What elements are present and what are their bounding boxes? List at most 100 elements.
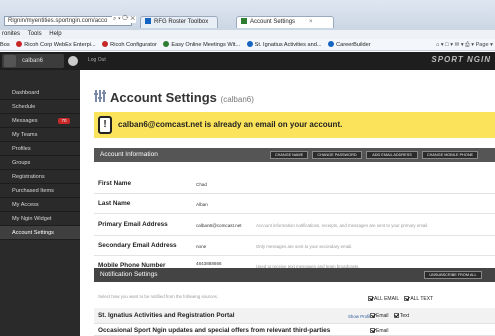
favorite-item[interactable]: Ricoh Corp WebEx Enterpi... (16, 39, 96, 50)
page-subtitle: (calban6) (220, 95, 254, 104)
favorite-item[interactable]: Bos (0, 39, 10, 50)
notification-settings-header: Notification Settings UNSUBSCRIBE FROM A… (94, 268, 495, 282)
favorite-label: St. Ignatius Activities and... (254, 42, 322, 48)
favorite-item[interactable]: St. Ignatius Activities and... (246, 39, 322, 50)
sidebar-item-label: Profiles (12, 146, 31, 152)
sidebar-item-label: My Ngin Widget (12, 216, 52, 222)
change-mobile-phone-button[interactable]: CHANGE MOBILE PHONE (422, 151, 478, 159)
add-email-button[interactable]: ADD EMAIL ADDRESS (366, 151, 418, 159)
sidebar-item-account-settings[interactable]: Account Settings (0, 226, 80, 240)
brand-logo: SPORT NGIN (431, 55, 491, 64)
tab-label: RFG Roster Toolbox (154, 19, 209, 25)
avatar (4, 55, 16, 67)
notification-source-label: St. Ignatius Activities and Registration… (98, 312, 235, 319)
unsubscribe-all-button[interactable]: UNSUBSCRIBE FROM ALL (424, 271, 482, 279)
list-item: Occasional Sport Ngin updates and specia… (94, 325, 495, 336)
email-checkbox[interactable] (370, 313, 375, 318)
page-title: Account Settings (calban6) (110, 90, 254, 105)
field-label: Primary Email Address (98, 221, 168, 228)
sidebar-item-dashboard[interactable]: Dashboard (0, 86, 80, 100)
username: calban6 (22, 58, 44, 64)
unread-badge: 70 (58, 118, 70, 124)
warning-icon: ! (98, 116, 112, 134)
email-option-label: Email (376, 313, 389, 319)
field-value: 4843888666 (196, 261, 222, 266)
sidebar-item-label: Purchased Items (12, 188, 54, 194)
sidebar-item-registrations[interactable]: Registrations (0, 170, 80, 184)
sidebar-item-label: Account Settings (12, 230, 54, 236)
change-password-button[interactable]: CHANGE PASSWORD (312, 151, 362, 159)
table-row: Secondary Email Address none Only messag… (94, 236, 495, 256)
sidebar-item-groups[interactable]: Groups (0, 156, 80, 170)
favorite-icon (246, 41, 253, 47)
favorite-label: Ricoh Configurator (110, 42, 157, 48)
text-checkbox[interactable] (393, 313, 399, 318)
text-option-label: Text (399, 313, 410, 319)
sidebar-item-profiles[interactable]: Profiles (0, 142, 80, 156)
sidebar-item-my-access[interactable]: My Access (0, 198, 80, 212)
logout-link[interactable]: Log Out (88, 57, 106, 63)
sidebar-item-label: Dashboard (12, 90, 40, 96)
change-name-button[interactable]: CHANGE NAME (270, 151, 308, 159)
page-title-text: Account Settings (110, 90, 217, 105)
browser-chrome: Rlgnin/myentities.sportngin.com/acco ⌕ ▾… (0, 0, 495, 30)
field-value: Chad (196, 182, 207, 187)
favorites-bar: Bos Ricoh Corp WebEx Enterpi... Ricoh Co… (0, 39, 495, 51)
sidebar-item-label: Registrations (12, 174, 45, 180)
warning-alert: ! calban6@comcast.net is already an emai… (94, 112, 495, 138)
address-bar-icons[interactable]: ⌕ ▾ ⟳ ✕ (112, 16, 136, 23)
field-label: Secondary Email Address (98, 242, 177, 249)
section-title: Account Information (100, 151, 158, 158)
favorite-item[interactable]: Easy Online Meetings Wit... (163, 39, 241, 50)
notification-instructions: Select how you want to be notified from … (98, 294, 219, 299)
menu-favorites[interactable]: ronites (2, 31, 20, 37)
tab-account-settings[interactable]: Account Settings × (236, 16, 334, 28)
all-text-checkbox[interactable] (404, 296, 410, 301)
favorite-label: Ricoh Corp WebEx Enterpi... (24, 42, 96, 48)
sidebar-item-label: Schedule (12, 104, 36, 110)
field-value: calban6@comcast.net (196, 223, 242, 228)
gear-icon[interactable] (68, 56, 78, 66)
field-help: Only messages are sent to your secondary… (256, 244, 353, 249)
all-email-checkbox[interactable] (368, 296, 373, 301)
menu-bar: ronites Tools Help (0, 30, 495, 39)
field-value: none (196, 244, 207, 249)
favicon-icon (145, 18, 151, 24)
favorite-item[interactable]: Ricoh Configurator (102, 39, 157, 50)
sidebar-item-label: Groups (12, 160, 31, 166)
menu-help[interactable]: Help (49, 31, 61, 37)
favicon-icon (241, 18, 247, 24)
tab-rfg-roster[interactable]: RFG Roster Toolbox (140, 16, 218, 28)
sidebar-item-purchased-items[interactable]: Purchased Items (0, 184, 80, 198)
list-item: St. Ignatius Activities and Registration… (94, 308, 495, 324)
sidebar-item-label: My Access (12, 202, 39, 208)
sidebar-item-schedule[interactable]: Schedule (0, 100, 80, 114)
favorite-icon (163, 41, 170, 47)
tab-label: Account Settings (250, 19, 296, 25)
field-help: Account information notifications, recei… (256, 223, 429, 228)
sidebar-item-label: My Teams (12, 132, 38, 138)
close-tab-icon[interactable]: × (309, 19, 313, 25)
site-header: calban6 Log Out SPORT NGIN (0, 52, 495, 70)
select-all-row: ALL EMAIL ALL TEXT (368, 296, 433, 302)
all-text-label: ALL TEXT (410, 296, 434, 302)
sidebar-item-messages[interactable]: Messages 70 (0, 114, 80, 128)
sidebar: Dashboard Schedule Messages 70 My Teams P… (0, 70, 80, 336)
email-checkbox[interactable] (370, 328, 375, 333)
favorite-label: Easy Online Meetings Wit... (171, 42, 241, 48)
favorite-icon (102, 41, 109, 47)
favorite-icon (328, 41, 335, 47)
field-label: Last Name (98, 200, 131, 207)
command-bar[interactable]: ⌂ ▾ □ ▾ ✉ ▾ ⎙ ▾ Page ▾ (436, 39, 493, 50)
sidebar-item-label: Messages (12, 118, 38, 124)
sidebar-item-my-ngin-widget[interactable]: My Ngin Widget (0, 212, 80, 226)
section-title: Notification Settings (100, 271, 158, 278)
field-value: Alban (196, 202, 208, 207)
menu-tools[interactable]: Tools (28, 31, 42, 37)
notification-source-label: Occasional Sport Ngin updates and specia… (98, 327, 331, 334)
field-label: First Name (98, 180, 132, 187)
sidebar-item-my-teams[interactable]: My Teams (0, 128, 80, 142)
alert-message: calban6@comcast.net is already an email … (118, 120, 343, 129)
favorite-item[interactable]: CareerBuilder (328, 39, 371, 50)
favorite-label: CareerBuilder (336, 42, 371, 48)
